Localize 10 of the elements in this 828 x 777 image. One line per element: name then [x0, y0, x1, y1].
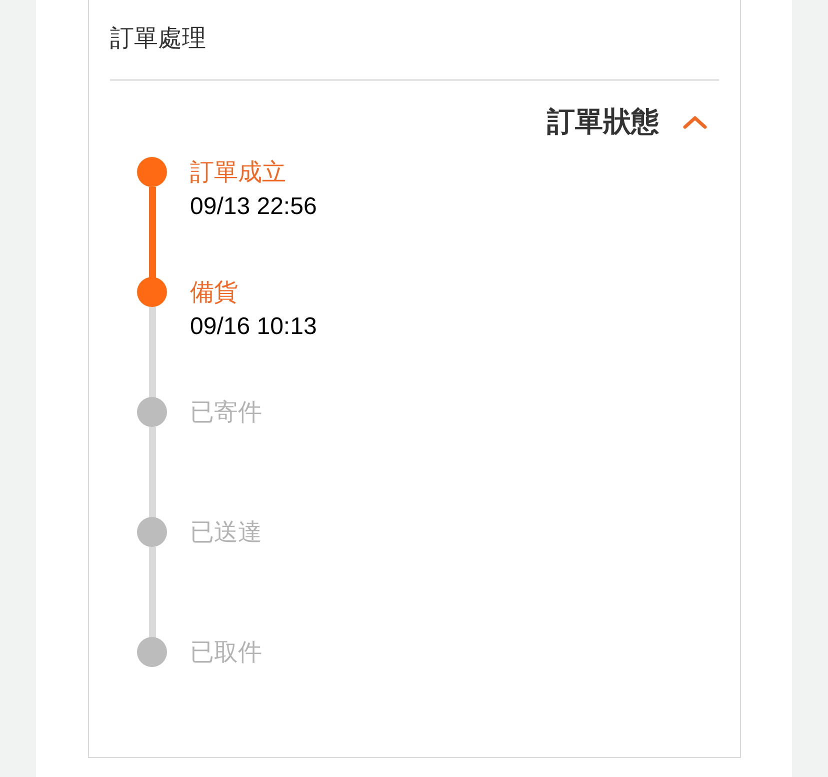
step-label: 已寄件	[190, 398, 262, 428]
step-label: 已取件	[190, 638, 262, 668]
step-label: 已送達	[190, 518, 262, 548]
chevron-icon	[683, 115, 707, 129]
step-label: 訂單成立	[190, 158, 287, 188]
status-header: 訂單狀態	[547, 105, 659, 139]
section-title: 訂單處理	[110, 24, 206, 54]
step-time: 09/13 22:56	[190, 192, 317, 222]
step-time: 09/16 10:13	[190, 312, 317, 342]
step-label: 備貨	[190, 278, 239, 308]
